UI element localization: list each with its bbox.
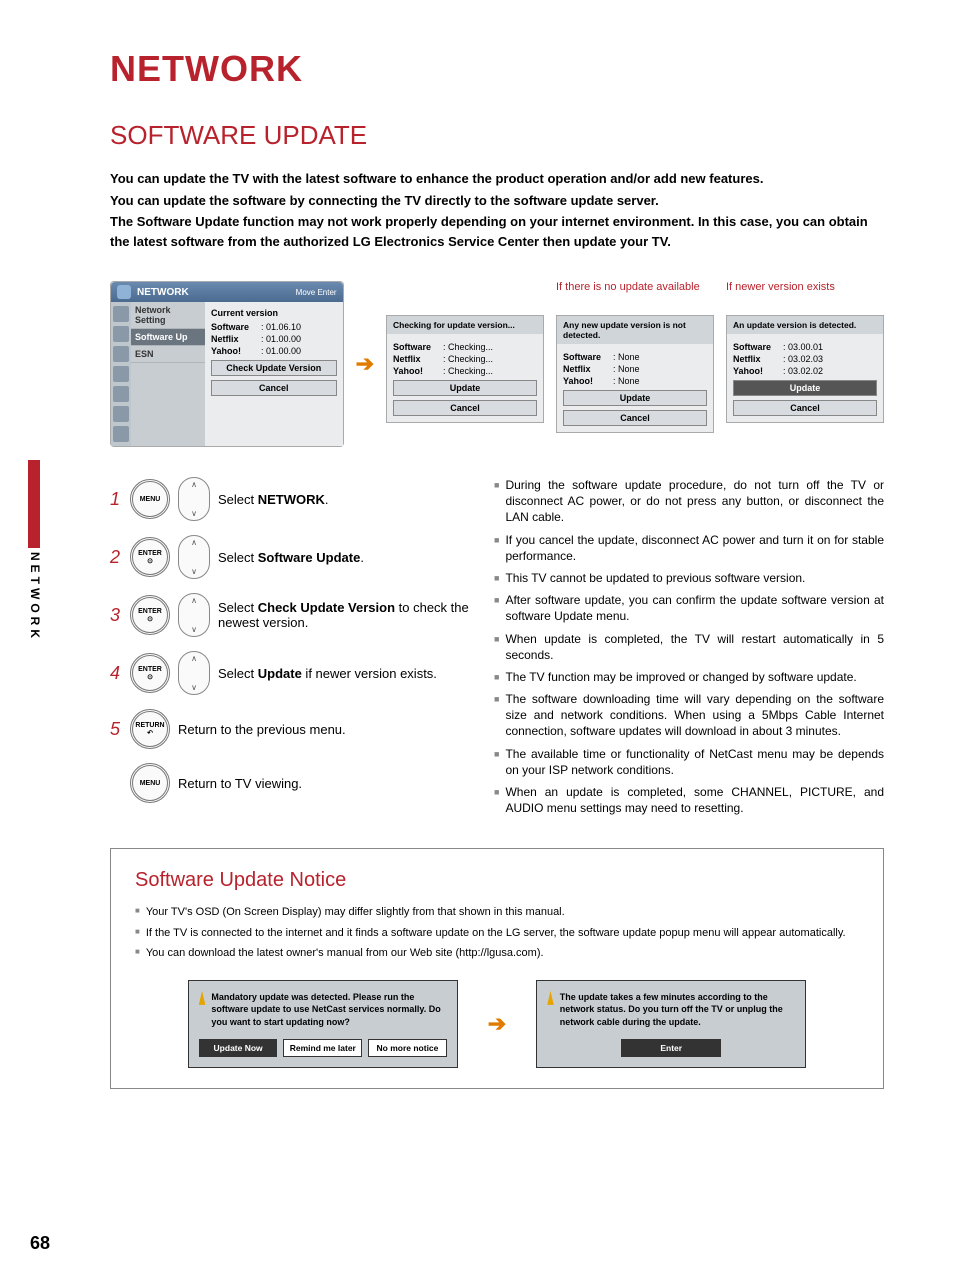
notice-title: Software Update Notice bbox=[135, 869, 859, 892]
update-button[interactable]: Update bbox=[563, 390, 707, 406]
update-button[interactable]: Update bbox=[393, 380, 537, 396]
steps-list: 1 MENU ∧∨ Select NETWORK. 2 ENTER⊙ ∧∨ Se… bbox=[110, 477, 470, 822]
update-now-button[interactable]: Update Now bbox=[199, 1039, 278, 1057]
state-checking: Checking for update version... Software:… bbox=[386, 315, 544, 423]
no-more-notice-button[interactable]: No more notice bbox=[368, 1039, 447, 1057]
enter-button[interactable]: Enter bbox=[621, 1039, 721, 1057]
cancel-button[interactable]: Cancel bbox=[563, 410, 707, 426]
menu-sidebar: Network Setting Software Up ESN bbox=[131, 302, 205, 446]
menu-remote-button: MENU bbox=[130, 479, 170, 519]
globe-icon bbox=[117, 285, 131, 299]
direction-pad-icon: ∧∨ bbox=[178, 651, 210, 695]
warning-icon bbox=[547, 991, 554, 1005]
osd-menu-panel: NETWORK Move Enter Network Setting Softw… bbox=[110, 281, 344, 447]
page-number: 68 bbox=[30, 1233, 50, 1254]
menu-main: Current version Software: 01.06.10 Netfl… bbox=[205, 302, 343, 446]
remind-later-button[interactable]: Remind me later bbox=[283, 1039, 362, 1057]
arrow-icon: ➔ bbox=[356, 351, 374, 377]
cancel-button[interactable]: Cancel bbox=[393, 400, 537, 416]
intro-block: You can update the TV with the latest so… bbox=[110, 169, 884, 251]
enter-remote-button: ENTER⊙ bbox=[130, 595, 170, 635]
return-remote-button: RETURN↶ bbox=[130, 709, 170, 749]
popup-updating: The update takes a few minutes according… bbox=[536, 980, 806, 1068]
menu-title: NETWORK bbox=[137, 287, 189, 298]
cancel-button[interactable]: Cancel bbox=[211, 380, 337, 396]
section-title: SOFTWARE UPDATE bbox=[110, 120, 884, 151]
direction-pad-icon: ∧∨ bbox=[178, 593, 210, 637]
direction-pad-icon: ∧∨ bbox=[178, 477, 210, 521]
menu-icon-strip bbox=[111, 302, 131, 446]
enter-remote-button: ENTER⊙ bbox=[130, 537, 170, 577]
page-title: NETWORK bbox=[110, 48, 884, 90]
state-no-update: Any new update version is not detected. … bbox=[556, 315, 714, 433]
notes-list: During the software update procedure, do… bbox=[494, 477, 884, 822]
enter-remote-button: ENTER⊙ bbox=[130, 653, 170, 693]
menu-hint: Move Enter bbox=[296, 288, 337, 297]
diagram-row: NETWORK Move Enter Network Setting Softw… bbox=[110, 281, 884, 447]
popup-mandatory-update: Mandatory update was detected. Please ru… bbox=[188, 980, 458, 1068]
arrow-icon: ➔ bbox=[488, 1011, 506, 1037]
cancel-button[interactable]: Cancel bbox=[733, 400, 877, 416]
direction-pad-icon: ∧∨ bbox=[178, 535, 210, 579]
state-update-found: An update version is detected. Software:… bbox=[726, 315, 884, 423]
menu-remote-button: MENU bbox=[130, 763, 170, 803]
notice-box: Software Update Notice Your TV's OSD (On… bbox=[110, 848, 884, 1088]
check-update-button[interactable]: Check Update Version bbox=[211, 360, 337, 376]
update-button[interactable]: Update bbox=[733, 380, 877, 396]
warning-icon bbox=[199, 991, 206, 1005]
